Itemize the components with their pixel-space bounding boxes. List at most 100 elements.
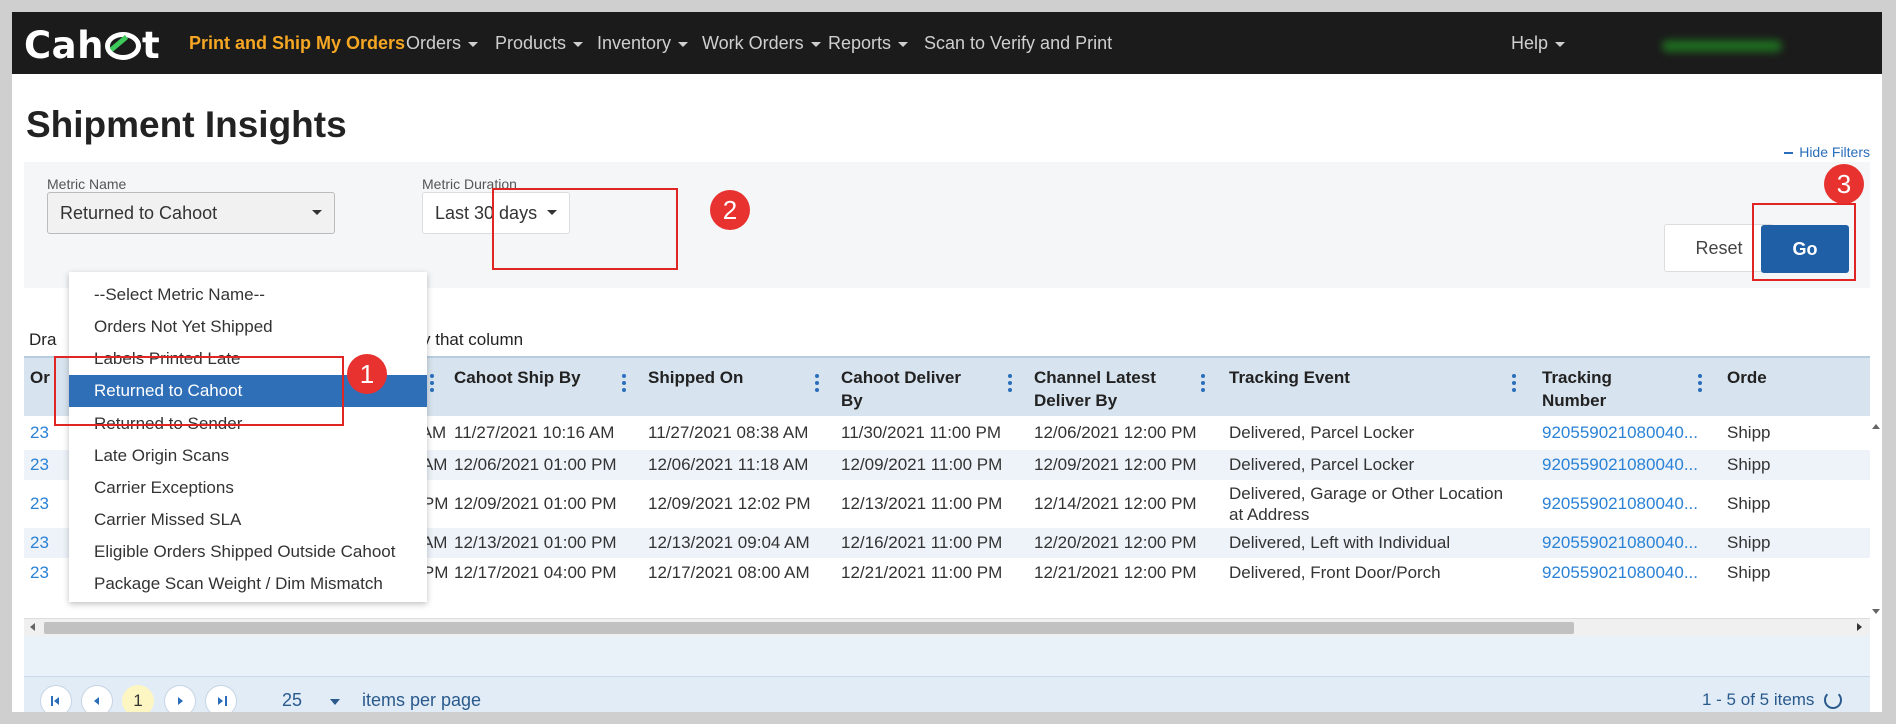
chevron-down-icon bbox=[898, 41, 909, 47]
chevron-down-icon[interactable] bbox=[330, 699, 340, 705]
drag-hint-start: Dra bbox=[29, 330, 57, 349]
chevron-down-icon bbox=[810, 41, 821, 47]
logo-text-end: t bbox=[141, 24, 161, 67]
nav-inventory-label: Inventory bbox=[597, 33, 672, 53]
ship-by-cell: 12/13/2021 01:00 PM bbox=[454, 533, 617, 552]
nav-scan-verify[interactable]: Scan to Verify and Print bbox=[924, 12, 1112, 74]
annotation-badge-3: 3 bbox=[1824, 164, 1864, 204]
metric-name-select[interactable]: Returned to Cahoot bbox=[47, 192, 335, 234]
dropdown-option[interactable]: --Select Metric Name-- bbox=[69, 279, 427, 311]
scroll-right-icon[interactable] bbox=[1857, 623, 1862, 631]
order-link[interactable]: 23 bbox=[30, 494, 49, 514]
shipped-on-cell: 11/27/2021 08:38 AM bbox=[648, 423, 809, 442]
previous-page-icon[interactable] bbox=[81, 685, 113, 712]
tracking-number-link[interactable]: 920559021080040... bbox=[1542, 423, 1698, 443]
hide-filters-link[interactable]: Hide Filters bbox=[1784, 144, 1870, 160]
vertical-scrollbar[interactable] bbox=[1870, 416, 1882, 618]
scrollbar-thumb[interactable] bbox=[44, 622, 1574, 634]
horizontal-scrollbar[interactable] bbox=[24, 618, 1870, 636]
dropdown-option[interactable]: Late Origin Scans bbox=[69, 440, 427, 472]
last-page-icon[interactable] bbox=[205, 685, 237, 712]
deliver-by-cell: 11/30/2021 11:00 PM bbox=[841, 423, 1002, 442]
channel-by-cell: 12/14/2021 12:00 PM bbox=[1034, 494, 1197, 513]
next-page-icon[interactable] bbox=[164, 685, 196, 712]
column-menu-icon[interactable] bbox=[430, 374, 434, 395]
column-menu-icon[interactable] bbox=[1512, 374, 1516, 395]
chevron-down-icon bbox=[468, 41, 479, 47]
col-header-tracking-event[interactable]: Tracking Event bbox=[1229, 366, 1350, 389]
nav-work-orders-label: Work Orders bbox=[702, 33, 804, 53]
channel-by-cell: 12/21/2021 12:00 PM bbox=[1034, 563, 1197, 582]
nav-reports[interactable]: Reports bbox=[828, 12, 909, 74]
nav-products[interactable]: Products bbox=[495, 12, 584, 74]
deliver-by-cell: 12/13/2021 11:00 PM bbox=[841, 494, 1003, 513]
annotation-box-1 bbox=[54, 356, 344, 426]
nav-print-and-ship[interactable]: Print and Ship My Orders bbox=[189, 12, 405, 74]
app-window: Cah t Print and Ship My Orders Orders Pro… bbox=[12, 12, 1882, 712]
metric-name-value: Returned to Cahoot bbox=[60, 203, 218, 223]
column-menu-icon[interactable] bbox=[1201, 374, 1205, 395]
channel-by-cell: 12/09/2021 12:00 PM bbox=[1034, 455, 1197, 474]
cahoot-logo[interactable]: Cah t bbox=[24, 24, 160, 67]
col-header-shipped-on[interactable]: Shipped On bbox=[648, 366, 788, 389]
dropdown-option[interactable]: Carrier Missed SLA bbox=[69, 504, 427, 536]
annotation-badge-2: 2 bbox=[710, 190, 750, 230]
tracking-number-link[interactable]: 920559021080040... bbox=[1542, 455, 1698, 475]
nav-orders[interactable]: Orders bbox=[406, 12, 479, 74]
items-per-page-select[interactable]: 25 bbox=[282, 690, 302, 711]
order-status-cell: Shipp bbox=[1727, 563, 1771, 582]
refresh-icon[interactable] bbox=[1824, 691, 1842, 709]
ship-by-cell: 12/09/2021 01:00 PM bbox=[454, 494, 617, 513]
scroll-left-icon[interactable] bbox=[30, 623, 35, 631]
column-menu-icon[interactable] bbox=[815, 374, 819, 395]
col-header-cahoot-deliver-by[interactable]: Cahoot Deliver By bbox=[841, 366, 981, 412]
col-header-channel-latest-deliver-by[interactable]: Channel Latest Deliver By bbox=[1034, 366, 1174, 412]
tracking-event-cell: Delivered, Garage or Other Location at A… bbox=[1229, 484, 1504, 524]
deliver-by-cell: 12/21/2021 11:00 PM bbox=[841, 563, 1003, 582]
col-header-tracking-number[interactable]: Tracking Number bbox=[1542, 366, 1642, 412]
col-header-order[interactable]: Or bbox=[30, 366, 50, 389]
logo-oo-icon bbox=[104, 32, 141, 60]
user-account-blurred[interactable] bbox=[1662, 40, 1782, 52]
shipped-on-cell: 12/06/2021 11:18 AM bbox=[648, 455, 809, 474]
nav-inventory[interactable]: Inventory bbox=[597, 12, 689, 74]
order-link[interactable]: 23 bbox=[30, 423, 49, 443]
tracking-number-link[interactable]: 920559021080040... bbox=[1542, 494, 1698, 514]
order-link[interactable]: 23 bbox=[30, 563, 49, 583]
drag-hint-end: y that column bbox=[422, 330, 524, 349]
nav-help[interactable]: Help bbox=[1511, 12, 1566, 74]
order-link[interactable]: 23 bbox=[30, 533, 49, 553]
metric-name-label: Metric Name bbox=[47, 176, 127, 192]
order-link[interactable]: 23 bbox=[30, 455, 49, 475]
top-nav: Cah t Print and Ship My Orders Orders Pro… bbox=[12, 12, 1882, 74]
nav-orders-label: Orders bbox=[406, 33, 462, 53]
metric-name-dropdown-list: --Select Metric Name-- Orders Not Yet Sh… bbox=[69, 272, 427, 602]
tracking-number-link[interactable]: 920559021080040... bbox=[1542, 563, 1698, 583]
nav-work-orders[interactable]: Work Orders bbox=[702, 12, 821, 74]
scroll-up-icon[interactable] bbox=[1872, 424, 1880, 429]
shipped-on-cell: 12/09/2021 12:02 PM bbox=[648, 494, 811, 513]
dropdown-option[interactable]: Eligible Orders Shipped Outside Cahoot bbox=[69, 536, 427, 568]
column-menu-icon[interactable] bbox=[1698, 374, 1702, 395]
scroll-down-icon[interactable] bbox=[1872, 609, 1880, 614]
tracking-number-link[interactable]: 920559021080040... bbox=[1542, 533, 1698, 553]
current-page-number[interactable]: 1 bbox=[122, 685, 154, 712]
col-header-order-status[interactable]: Orde bbox=[1727, 366, 1767, 389]
deliver-by-cell: 12/09/2021 11:00 PM bbox=[841, 455, 1003, 474]
dropdown-option[interactable]: Orders Not Yet Shipped bbox=[69, 311, 427, 343]
channel-by-cell: 12/20/2021 12:00 PM bbox=[1034, 533, 1197, 552]
pager-info: 1 - 5 of 5 items bbox=[1702, 690, 1815, 709]
ship-by-cell: 12/17/2021 04:00 PM bbox=[454, 563, 617, 582]
nav-help-label: Help bbox=[1511, 33, 1549, 53]
dropdown-option[interactable]: Carrier Exceptions bbox=[69, 472, 427, 504]
col-header-cahoot-ship-by[interactable]: Cahoot Ship By bbox=[454, 366, 594, 389]
chevron-down-icon bbox=[1555, 41, 1566, 47]
dropdown-option[interactable]: Package Scan Weight / Dim Mismatch bbox=[69, 568, 427, 600]
annotation-box-2 bbox=[492, 188, 678, 270]
annotation-box-3 bbox=[1752, 203, 1856, 281]
first-page-icon[interactable] bbox=[40, 685, 72, 712]
column-menu-icon[interactable] bbox=[1008, 374, 1012, 395]
logo-text-start: Cah bbox=[24, 24, 104, 67]
tracking-event-cell: Delivered, Left with Individual bbox=[1229, 533, 1451, 552]
column-menu-icon[interactable] bbox=[622, 374, 626, 395]
